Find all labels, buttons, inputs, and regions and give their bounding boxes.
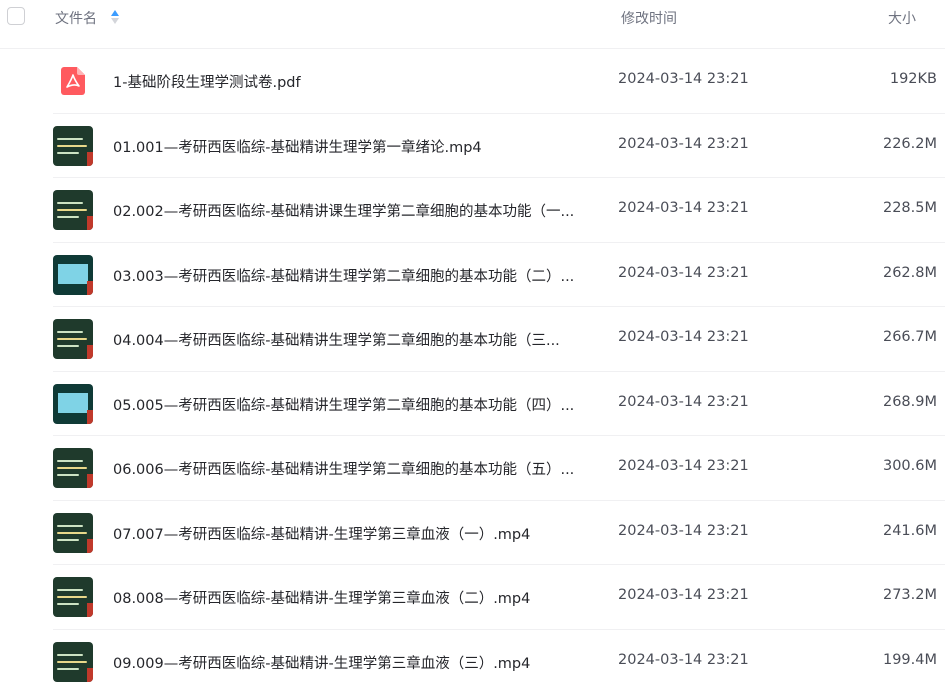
file-name[interactable]: 05.005—考研西医临综-基础精讲生理学第二章细胞的基本功能（四）...: [113, 394, 603, 415]
file-name[interactable]: 04.004—考研西医临综-基础精讲生理学第二章细胞的基本功能（三...: [113, 329, 603, 350]
video-thumbnail: [53, 448, 93, 488]
video-thumbnail: [53, 319, 93, 359]
file-name[interactable]: 07.007—考研西医临综-基础精讲-生理学第三章血液（一）.mp4: [113, 523, 603, 544]
file-row[interactable]: 02.002—考研西医临综-基础精讲课生理学第二章细胞的基本功能（一... 20…: [53, 178, 945, 243]
file-row[interactable]: 07.007—考研西医临综-基础精讲-生理学第三章血液（一）.mp4 2024-…: [53, 501, 945, 566]
file-size: 262.8M: [883, 265, 937, 281]
file-modified-time: 2024-03-14 23:21: [618, 523, 749, 539]
file-size: 273.2M: [883, 587, 937, 603]
select-all-checkbox[interactable]: [7, 7, 25, 25]
column-header-name[interactable]: 文件名: [55, 8, 97, 28]
file-list: 1-基础阶段生理学测试卷.pdf 2024-03-14 23:21 192KB …: [0, 49, 945, 693]
video-thumbnail: [53, 190, 93, 230]
file-modified-time: 2024-03-14 23:21: [618, 265, 749, 281]
file-modified-time: 2024-03-14 23:21: [618, 652, 749, 668]
file-modified-time: 2024-03-14 23:21: [618, 458, 749, 474]
file-size: 192KB: [890, 71, 937, 87]
file-name[interactable]: 1-基础阶段生理学测试卷.pdf: [113, 71, 603, 92]
file-row[interactable]: 04.004—考研西医临综-基础精讲生理学第二章细胞的基本功能（三... 202…: [53, 307, 945, 372]
file-modified-time: 2024-03-14 23:21: [618, 587, 749, 603]
file-row[interactable]: 08.008—考研西医临综-基础精讲-生理学第三章血液（二）.mp4 2024-…: [53, 565, 945, 630]
video-thumbnail: [53, 577, 93, 617]
file-size: 199.4M: [883, 652, 937, 668]
file-name[interactable]: 09.009—考研西医临综-基础精讲-生理学第三章血液（三）.mp4: [113, 652, 603, 673]
file-modified-time: 2024-03-14 23:21: [618, 394, 749, 410]
file-row[interactable]: 03.003—考研西医临综-基础精讲生理学第二章细胞的基本功能（二）... 20…: [53, 243, 945, 308]
file-modified-time: 2024-03-14 23:21: [618, 329, 749, 345]
video-thumbnail: [53, 513, 93, 553]
file-row[interactable]: 09.009—考研西医临综-基础精讲-生理学第三章血液（三）.mp4 2024-…: [53, 630, 945, 693]
file-name[interactable]: 06.006—考研西医临综-基础精讲生理学第二章细胞的基本功能（五）...: [113, 458, 603, 479]
file-list-header: 文件名 修改时间 大小: [0, 0, 945, 49]
video-thumbnail: [53, 255, 93, 295]
file-size: 300.6M: [883, 458, 937, 474]
file-modified-time: 2024-03-14 23:21: [618, 71, 749, 87]
video-thumbnail: [53, 126, 93, 166]
file-size: 266.7M: [883, 329, 937, 345]
file-name[interactable]: 01.001—考研西医临综-基础精讲生理学第一章绪论.mp4: [113, 136, 603, 157]
file-name[interactable]: 03.003—考研西医临综-基础精讲生理学第二章细胞的基本功能（二）...: [113, 265, 603, 286]
file-row[interactable]: 05.005—考研西医临综-基础精讲生理学第二章细胞的基本功能（四）... 20…: [53, 372, 945, 437]
file-row[interactable]: 01.001—考研西医临综-基础精讲生理学第一章绪论.mp4 2024-03-1…: [53, 114, 945, 179]
file-name[interactable]: 08.008—考研西医临综-基础精讲-生理学第三章血液（二）.mp4: [113, 587, 603, 608]
sort-ascending-icon[interactable]: [110, 9, 120, 25]
pdf-icon: [61, 67, 85, 95]
file-name[interactable]: 02.002—考研西医临综-基础精讲课生理学第二章细胞的基本功能（一...: [113, 200, 603, 221]
file-size: 226.2M: [883, 136, 937, 152]
file-size: 241.6M: [883, 523, 937, 539]
video-thumbnail: [53, 384, 93, 424]
file-modified-time: 2024-03-14 23:21: [618, 136, 749, 152]
file-row[interactable]: 06.006—考研西医临综-基础精讲生理学第二章细胞的基本功能（五）... 20…: [53, 436, 945, 501]
column-header-modified-time[interactable]: 修改时间: [621, 8, 677, 28]
file-row[interactable]: 1-基础阶段生理学测试卷.pdf 2024-03-14 23:21 192KB: [53, 49, 945, 114]
file-size: 228.5M: [883, 200, 937, 216]
file-modified-time: 2024-03-14 23:21: [618, 200, 749, 216]
column-header-size[interactable]: 大小: [888, 8, 916, 28]
file-size: 268.9M: [883, 394, 937, 410]
